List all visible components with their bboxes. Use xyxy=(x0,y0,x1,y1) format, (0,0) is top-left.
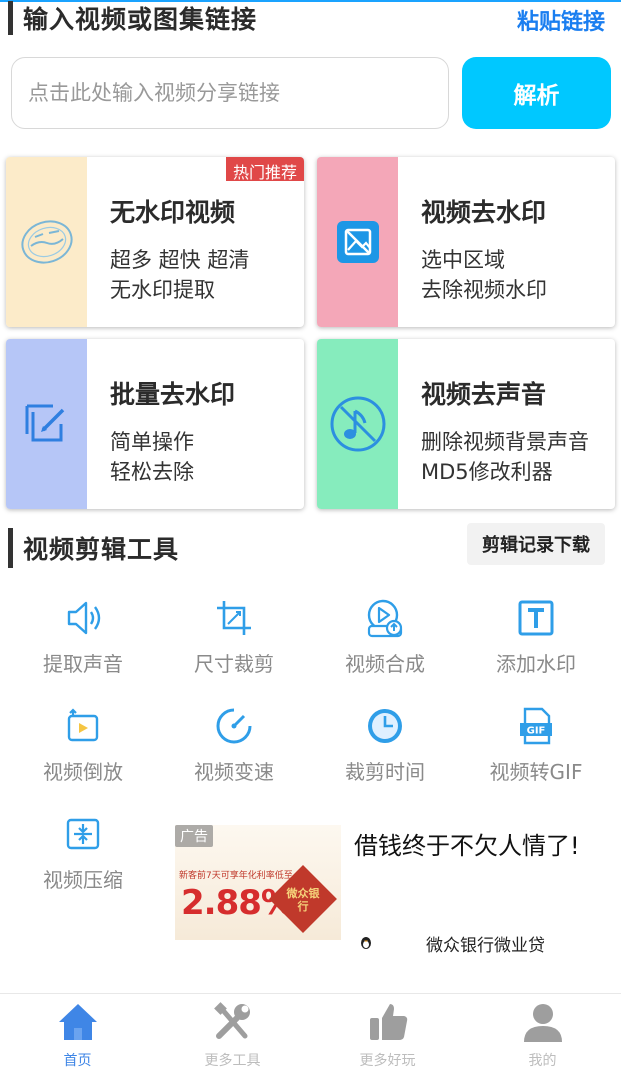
card-icon-area xyxy=(317,157,398,327)
card-title: 视频去声音 xyxy=(421,380,547,409)
nav-home[interactable]: 首页 xyxy=(0,1000,155,1070)
mute-music-icon xyxy=(330,396,385,452)
tool-video-merge[interactable]: 视频合成 xyxy=(310,598,460,677)
card-desc-line1: 超多 超快 超清 xyxy=(110,248,250,272)
tool-video-to-gif[interactable]: GIF 视频转GIF xyxy=(461,706,611,785)
clock-icon xyxy=(368,709,402,743)
edit-square-icon xyxy=(25,404,64,442)
edit-records-download-button[interactable]: 剪辑记录下载 xyxy=(467,523,605,565)
nav-more-tools[interactable]: 更多工具 xyxy=(155,1000,310,1070)
speed-icon xyxy=(216,708,252,744)
reverse-icon xyxy=(67,708,99,742)
page-title: 输入视频或图集链接 xyxy=(23,5,258,34)
card-title: 视频去水印 xyxy=(421,198,547,227)
card-desc-line2: 无水印提取 xyxy=(110,278,215,302)
card-desc-line1: 简单操作 xyxy=(110,430,194,454)
image-eraser-icon xyxy=(336,221,379,263)
user-icon xyxy=(523,1004,562,1042)
text-watermark-icon xyxy=(518,600,554,636)
nav-label: 更多工具 xyxy=(204,1053,261,1069)
gif-icon: GIF xyxy=(520,707,552,745)
tool-label: 添加水印 xyxy=(496,652,576,676)
ad-brand-name[interactable]: 微众银行微业贷 xyxy=(426,931,545,956)
ad-image-badge: 微众银行 xyxy=(286,887,320,913)
ad-label: 广告 xyxy=(175,825,213,847)
nav-more-fun[interactable]: 更多好玩 xyxy=(310,1000,465,1070)
card-desc-line2: 去除视频水印 xyxy=(421,278,547,302)
tools-section-header: 视频剪辑工具 xyxy=(8,528,179,568)
tool-trim-time[interactable]: 裁剪时间 xyxy=(310,706,460,785)
hot-recommend-badge: 热门推荐 xyxy=(225,157,304,182)
tool-video-reverse[interactable]: 视频倒放 xyxy=(8,706,158,785)
tool-label: 裁剪时间 xyxy=(345,760,425,784)
tool-extract-audio[interactable]: 提取声音 xyxy=(8,598,158,677)
video-link-input[interactable] xyxy=(11,57,449,129)
tool-label: 尺寸裁剪 xyxy=(194,652,274,676)
card-remove-watermark[interactable]: 视频去水印 选中区域 去除视频水印 xyxy=(317,157,615,327)
card-icon-area xyxy=(317,339,398,509)
card-desc-line2: 轻松去除 xyxy=(110,460,194,484)
ad-image-subtitle: 新客前7天可享年化利率低至 xyxy=(179,871,293,881)
crop-icon xyxy=(217,601,251,635)
tool-label: 视频倒放 xyxy=(43,760,123,784)
card-no-watermark-video[interactable]: 无水印视频 超多 超快 超清 无水印提取 热门推荐 xyxy=(6,157,304,327)
compress-icon xyxy=(66,818,100,850)
card-icon-area xyxy=(6,339,87,509)
home-icon xyxy=(58,1004,97,1040)
tool-label: 视频转GIF xyxy=(489,760,583,784)
section-marker xyxy=(8,528,13,568)
card-remove-audio[interactable]: 视频去声音 删除视频背景声音 MD5修改利器 xyxy=(317,339,615,509)
speaker-icon xyxy=(67,601,101,635)
nav-mine[interactable]: 我的 xyxy=(465,1000,620,1070)
tools-icon xyxy=(213,1002,250,1039)
card-desc-line1: 选中区域 xyxy=(421,248,505,272)
tool-label: 提取声音 xyxy=(43,652,123,676)
card-batch-remove-watermark[interactable]: 批量去水印 简单操作 轻松去除 xyxy=(6,339,304,509)
svg-text:GIF: GIF xyxy=(527,726,546,737)
card-icon-area xyxy=(6,157,87,327)
tool-add-watermark[interactable]: 添加水印 xyxy=(461,598,611,677)
thumbs-up-icon xyxy=(369,1004,407,1040)
nav-label: 我的 xyxy=(528,1053,557,1069)
bottom-navigation: 首页 更多工具 更多好玩 我的 xyxy=(0,993,621,1075)
parse-button[interactable]: 解析 xyxy=(462,57,611,129)
card-title: 无水印视频 xyxy=(110,198,236,227)
section-marker xyxy=(8,1,13,35)
tools-section-title: 视频剪辑工具 xyxy=(23,535,180,564)
input-section-header: 输入视频或图集链接 xyxy=(8,0,257,36)
tool-video-speed[interactable]: 视频变速 xyxy=(159,706,309,785)
card-desc-line1: 删除视频背景声音 xyxy=(421,430,589,454)
no-watermark-stamp-icon xyxy=(20,220,73,264)
card-desc-line2: MD5修改利器 xyxy=(421,460,553,484)
tool-video-compress[interactable]: 视频压缩 xyxy=(8,814,158,893)
tool-size-crop[interactable]: 尺寸裁剪 xyxy=(159,598,309,677)
card-title: 批量去水印 xyxy=(110,380,236,409)
nav-label: 首页 xyxy=(63,1053,92,1069)
nav-label: 更多好玩 xyxy=(359,1053,416,1069)
tool-label: 视频压缩 xyxy=(43,868,123,892)
paste-link-button[interactable]: 粘贴链接 xyxy=(517,4,605,36)
ad-headline[interactable]: 借钱终于不欠人情了! xyxy=(354,826,580,861)
tool-label: 视频合成 xyxy=(345,652,425,676)
penguin-logo-icon xyxy=(361,937,371,949)
tool-label: 视频变速 xyxy=(194,760,274,784)
merge-video-icon xyxy=(367,599,403,638)
